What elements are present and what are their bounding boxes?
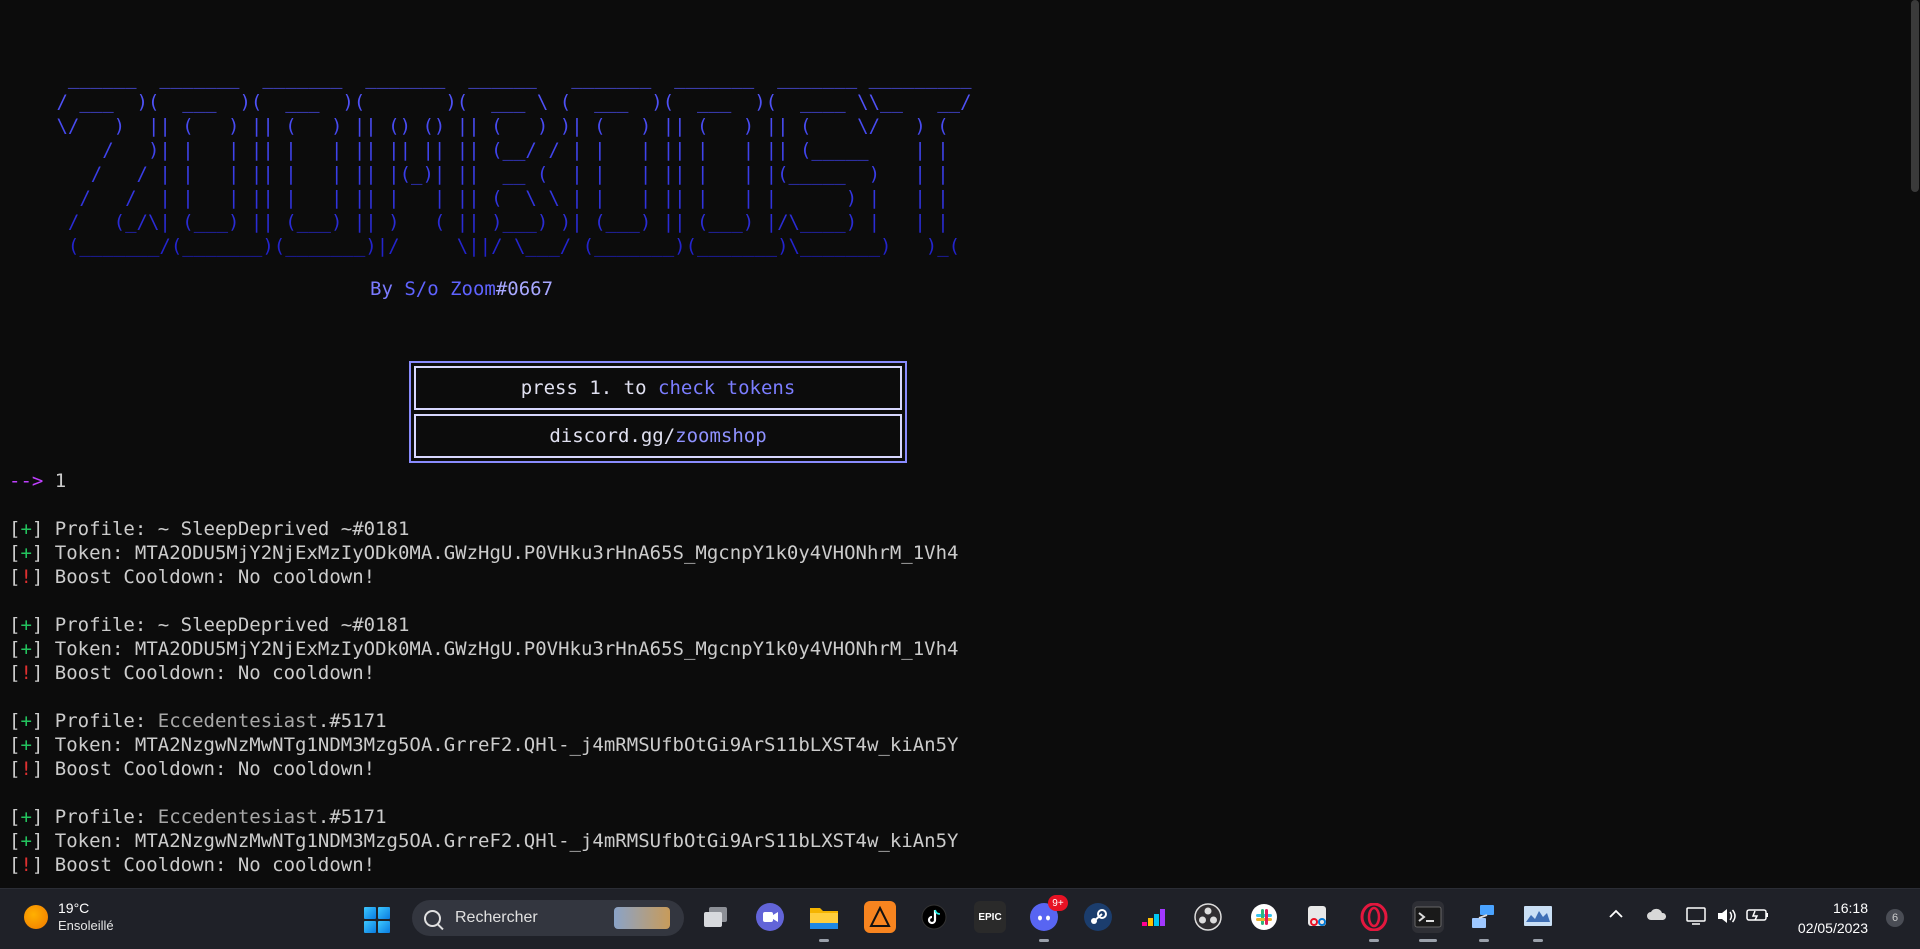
profile-line: [+] Profile: Eccedentesiast.#5171: [9, 710, 387, 732]
token-line: [+] Token: MTA2ODU5MjY2NjExMzIyODk0MA.GW…: [9, 542, 959, 564]
menu-box: press 1. to check tokens discord.gg/zoom…: [409, 361, 907, 463]
profile-name: Eccedentesiast: [157, 710, 318, 732]
cooldown-value: No cooldown!: [237, 662, 376, 684]
slack-icon[interactable]: [1248, 901, 1280, 933]
cooldown-line: [!] Boost Cooldown: No cooldown!: [9, 854, 376, 876]
clock-date: 02/05/2023: [1797, 920, 1868, 936]
network-icon[interactable]: [1468, 901, 1500, 942]
fl-studio-icon[interactable]: [864, 901, 896, 933]
opera-gx-icon[interactable]: [1358, 901, 1390, 942]
token-line: [+] Token: MTA2ODU5MjY2NjExMzIyODk0MA.GW…: [9, 638, 959, 660]
system-clock[interactable]: 16:18 02/05/2023: [1798, 898, 1868, 938]
onedrive-icon[interactable]: [1646, 907, 1668, 925]
search-placeholder: Rechercher: [455, 909, 538, 926]
banner-line: / )| | | || | | || || || || (__/ / | | |…: [45, 139, 949, 161]
steam-icon[interactable]: [1082, 901, 1114, 933]
monitor-icon[interactable]: [1522, 901, 1554, 942]
profile-line: [+] Profile: ~ SleepDeprived ~#0181: [9, 614, 410, 636]
notification-count-badge[interactable]: 6: [1886, 909, 1904, 927]
chevron-up-icon[interactable]: [1608, 907, 1624, 924]
banner-line: / (_/\| (___) || (___) || ) ( || )___) )…: [45, 211, 949, 233]
cooldown-line: [!] Boost Cooldown: No cooldown!: [9, 662, 376, 684]
sun-icon: [24, 905, 48, 929]
cooldown-value: No cooldown!: [237, 854, 376, 876]
battery-icon[interactable]: [1746, 907, 1770, 927]
profile-name: Eccedentesiast: [157, 806, 318, 828]
profile-line: [+] Profile: Eccedentesiast.#5171: [9, 806, 387, 828]
profile-name: ~ SleepDeprived ~#0181: [157, 614, 410, 636]
snipping-tool-icon[interactable]: [1302, 901, 1334, 933]
banner-line: / / | | | || | | || |(_)| || __ ( | | | …: [45, 163, 949, 185]
token-line: [+] Token: MTA2NzgwNzMwNTg1NDM3Mzg5OA.Gr…: [9, 830, 959, 852]
banner-line: ______ _______ _______ _______ ______ __…: [45, 67, 972, 89]
clock-time: 16:18: [1832, 900, 1868, 916]
network-status-icon[interactable]: [1686, 907, 1708, 929]
scrollbar-thumb[interactable]: [1911, 0, 1919, 192]
banner-line: \/ ) || ( ) || ( ) || () () || ( ) )| ( …: [45, 115, 949, 137]
profile-line: [+] Profile: ~ SleepDeprived ~#0181: [9, 518, 410, 540]
deezer-icon[interactable]: [1138, 901, 1170, 933]
ascii-banner: ______ _______ _______ _______ ______ __…: [45, 66, 972, 258]
input-prompt[interactable]: --> 1: [9, 469, 958, 493]
token-line: [+] Token: MTA2NzgwNzMwNTg1NDM3Mzg5OA.Gr…: [9, 734, 959, 756]
taskbar: 19°C Ensoleillé Rechercher EPIC 9+ 16:18…: [0, 888, 1920, 949]
search-highlight-icon: [614, 907, 670, 929]
profile-tag: .#5171: [317, 710, 387, 732]
search-box[interactable]: Rechercher: [412, 900, 684, 936]
file-explorer-icon[interactable]: [808, 901, 840, 942]
weather-widget[interactable]: 19°C Ensoleillé: [24, 899, 114, 935]
author-name: S/o Zoom: [404, 278, 496, 300]
weather-temp: 19°C: [58, 900, 90, 916]
token-value: MTA2NzgwNzMwNTg1NDM3Mzg5OA.GrreF2.QHl-_j…: [134, 734, 959, 756]
cooldown-value: No cooldown!: [237, 566, 376, 588]
banner-line: / ___ )( ___ )( ___ )( )( ___ \ ( ___ )(…: [45, 91, 972, 113]
prompt-arrow: -->: [9, 470, 44, 492]
obs-icon[interactable]: [1192, 901, 1224, 933]
banner-line: (_______/(_______)(_______)|/ \||/ \___/…: [45, 235, 961, 257]
profile-tag: .#5171: [317, 806, 387, 828]
banner-line: / / | | | || | | || | | || ( \ \ | | | |…: [45, 187, 949, 209]
discord-icon[interactable]: 9+: [1028, 895, 1068, 942]
token-value: MTA2ODU5MjY2NjExMzIyODk0MA.GWzHgU.P0VHku…: [134, 542, 959, 564]
terminal-icon[interactable]: [1412, 901, 1444, 942]
menu-discord-link: discord.gg/zoomshop: [414, 414, 902, 458]
volume-icon[interactable]: [1716, 907, 1738, 929]
terminal-window[interactable]: ______ _______ _______ _______ ______ __…: [0, 0, 1920, 888]
author-tag: #0667: [495, 278, 554, 300]
token-value: MTA2NzgwNzMwNTg1NDM3Mzg5OA.GrreF2.QHl-_j…: [134, 830, 959, 852]
author-byline: By S/o Zoom#0667: [370, 278, 554, 300]
search-icon: [424, 909, 441, 927]
cooldown-line: [!] Boost Cooldown: No cooldown!: [9, 566, 376, 588]
prompt-input: 1: [43, 470, 67, 492]
token-value: MTA2ODU5MjY2NjExMzIyODk0MA.GWzHgU.P0VHku…: [134, 638, 959, 660]
epic-games-icon[interactable]: EPIC: [974, 901, 1006, 933]
weather-condition: Ensoleillé: [58, 918, 114, 933]
discord-notification-badge: 9+: [1048, 895, 1068, 911]
menu-option-check-tokens: press 1. to check tokens: [414, 366, 902, 410]
cooldown-line: [!] Boost Cooldown: No cooldown!: [9, 758, 376, 780]
cooldown-value: No cooldown!: [237, 758, 376, 780]
teams-meet-icon[interactable]: [754, 901, 786, 933]
output-lines: --> 1 [+] Profile: ~ SleepDeprived ~#018…: [9, 469, 958, 877]
windows-start-icon[interactable]: [364, 907, 390, 933]
profile-name: ~ SleepDeprived ~#0181: [157, 518, 410, 540]
tiktok-icon[interactable]: [918, 901, 950, 933]
task-view-icon[interactable]: [700, 901, 732, 933]
